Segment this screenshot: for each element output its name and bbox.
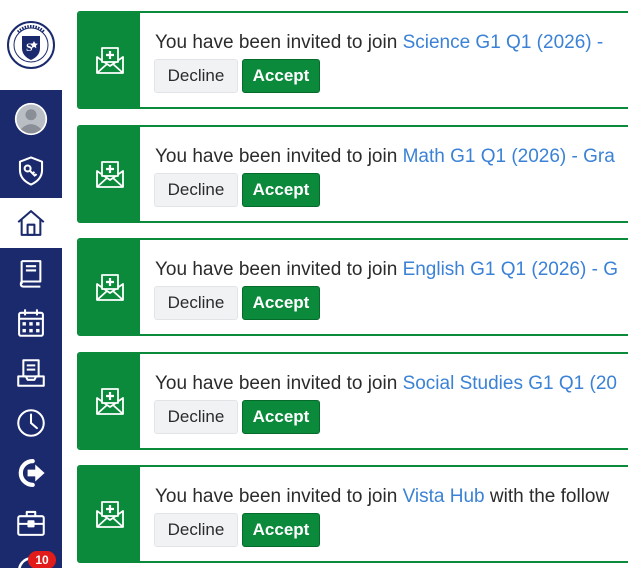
invitation-prefix: You have been invited to join: [155, 259, 403, 280]
card-icon-panel: [79, 127, 140, 221]
course-link[interactable]: Social Studies G1 Q1 (20: [403, 373, 617, 394]
decline-button[interactable]: Decline: [154, 286, 238, 320]
invitation-prefix: You have been invited to join: [155, 486, 403, 507]
sidebar-item-security[interactable]: [0, 146, 62, 196]
decline-button[interactable]: Decline: [154, 400, 238, 434]
invitation-suffix: with the follow: [484, 486, 610, 507]
calendar-icon: [18, 309, 44, 337]
invitation-card: You have been invited to join English G1…: [77, 238, 628, 336]
decline-button[interactable]: Decline: [154, 513, 238, 547]
invitation-text: You have been invited to join Vista Hub …: [155, 486, 609, 508]
user-avatar-icon: [14, 102, 48, 136]
invitation-text: You have been invited to join Math G1 Q1…: [155, 146, 615, 168]
invitation-card: You have been invited to join Science G1…: [77, 11, 628, 109]
accept-button[interactable]: Accept: [242, 513, 320, 547]
logo-area: S: [0, 0, 62, 90]
sidebar-item-calendar[interactable]: [0, 298, 62, 348]
home-icon: [17, 210, 45, 236]
accept-button[interactable]: Accept: [242, 173, 320, 207]
card-icon-panel: [79, 354, 140, 448]
sidebar-item-history[interactable]: [0, 398, 62, 448]
sidebar-item-courses[interactable]: [0, 248, 62, 298]
accept-button[interactable]: Accept: [242, 400, 320, 434]
sidebar-item-logout[interactable]: [0, 448, 62, 498]
card-icon-panel: [79, 467, 140, 561]
notification-badge: 10: [28, 551, 56, 568]
invitation-text: You have been invited to join Social Stu…: [155, 373, 617, 395]
course-link[interactable]: Vista Hub: [403, 486, 485, 507]
invitation-text: You have been invited to join English G1…: [155, 259, 618, 281]
course-link[interactable]: Science G1 Q1 (2026) -: [403, 32, 604, 53]
decline-button[interactable]: Decline: [154, 59, 238, 93]
envelope-plus-icon: [95, 274, 124, 301]
invitation-prefix: You have been invited to join: [155, 146, 403, 167]
shield-key-icon: [18, 156, 44, 186]
scholarsvista-logo[interactable]: S: [6, 20, 56, 70]
decline-button[interactable]: Decline: [154, 173, 238, 207]
sidebar-item-portfolio[interactable]: [0, 498, 62, 548]
invitation-card: You have been invited to join Social Stu…: [77, 352, 628, 450]
envelope-plus-icon: [95, 161, 124, 188]
document-tray-icon: [17, 359, 45, 387]
card-icon-panel: [79, 240, 140, 334]
invitation-card: You have been invited to join Math G1 Q1…: [77, 125, 628, 223]
course-link[interactable]: Math G1 Q1 (2026) - Gra: [403, 146, 615, 167]
envelope-plus-icon: [95, 501, 124, 528]
briefcase-icon: [17, 510, 45, 536]
envelope-plus-icon: [95, 388, 124, 415]
sign-out-icon: [18, 458, 45, 488]
invitation-prefix: You have been invited to join: [155, 32, 403, 53]
sidebar-item-profile[interactable]: [0, 94, 62, 144]
invitation-prefix: You have been invited to join: [155, 373, 403, 394]
course-link[interactable]: English G1 Q1 (2026) - G: [403, 259, 618, 280]
sidebar-item-reports[interactable]: [0, 348, 62, 398]
invitation-card: You have been invited to join Vista Hub …: [77, 465, 628, 563]
book-icon: [19, 260, 42, 288]
envelope-plus-icon: [95, 47, 124, 74]
sidebar-item-home[interactable]: [0, 198, 62, 248]
accept-button[interactable]: Accept: [242, 286, 320, 320]
card-icon-panel: [79, 13, 140, 107]
invitation-text: You have been invited to join Science G1…: [155, 32, 603, 54]
accept-button[interactable]: Accept: [242, 59, 320, 93]
clock-icon: [17, 409, 45, 437]
